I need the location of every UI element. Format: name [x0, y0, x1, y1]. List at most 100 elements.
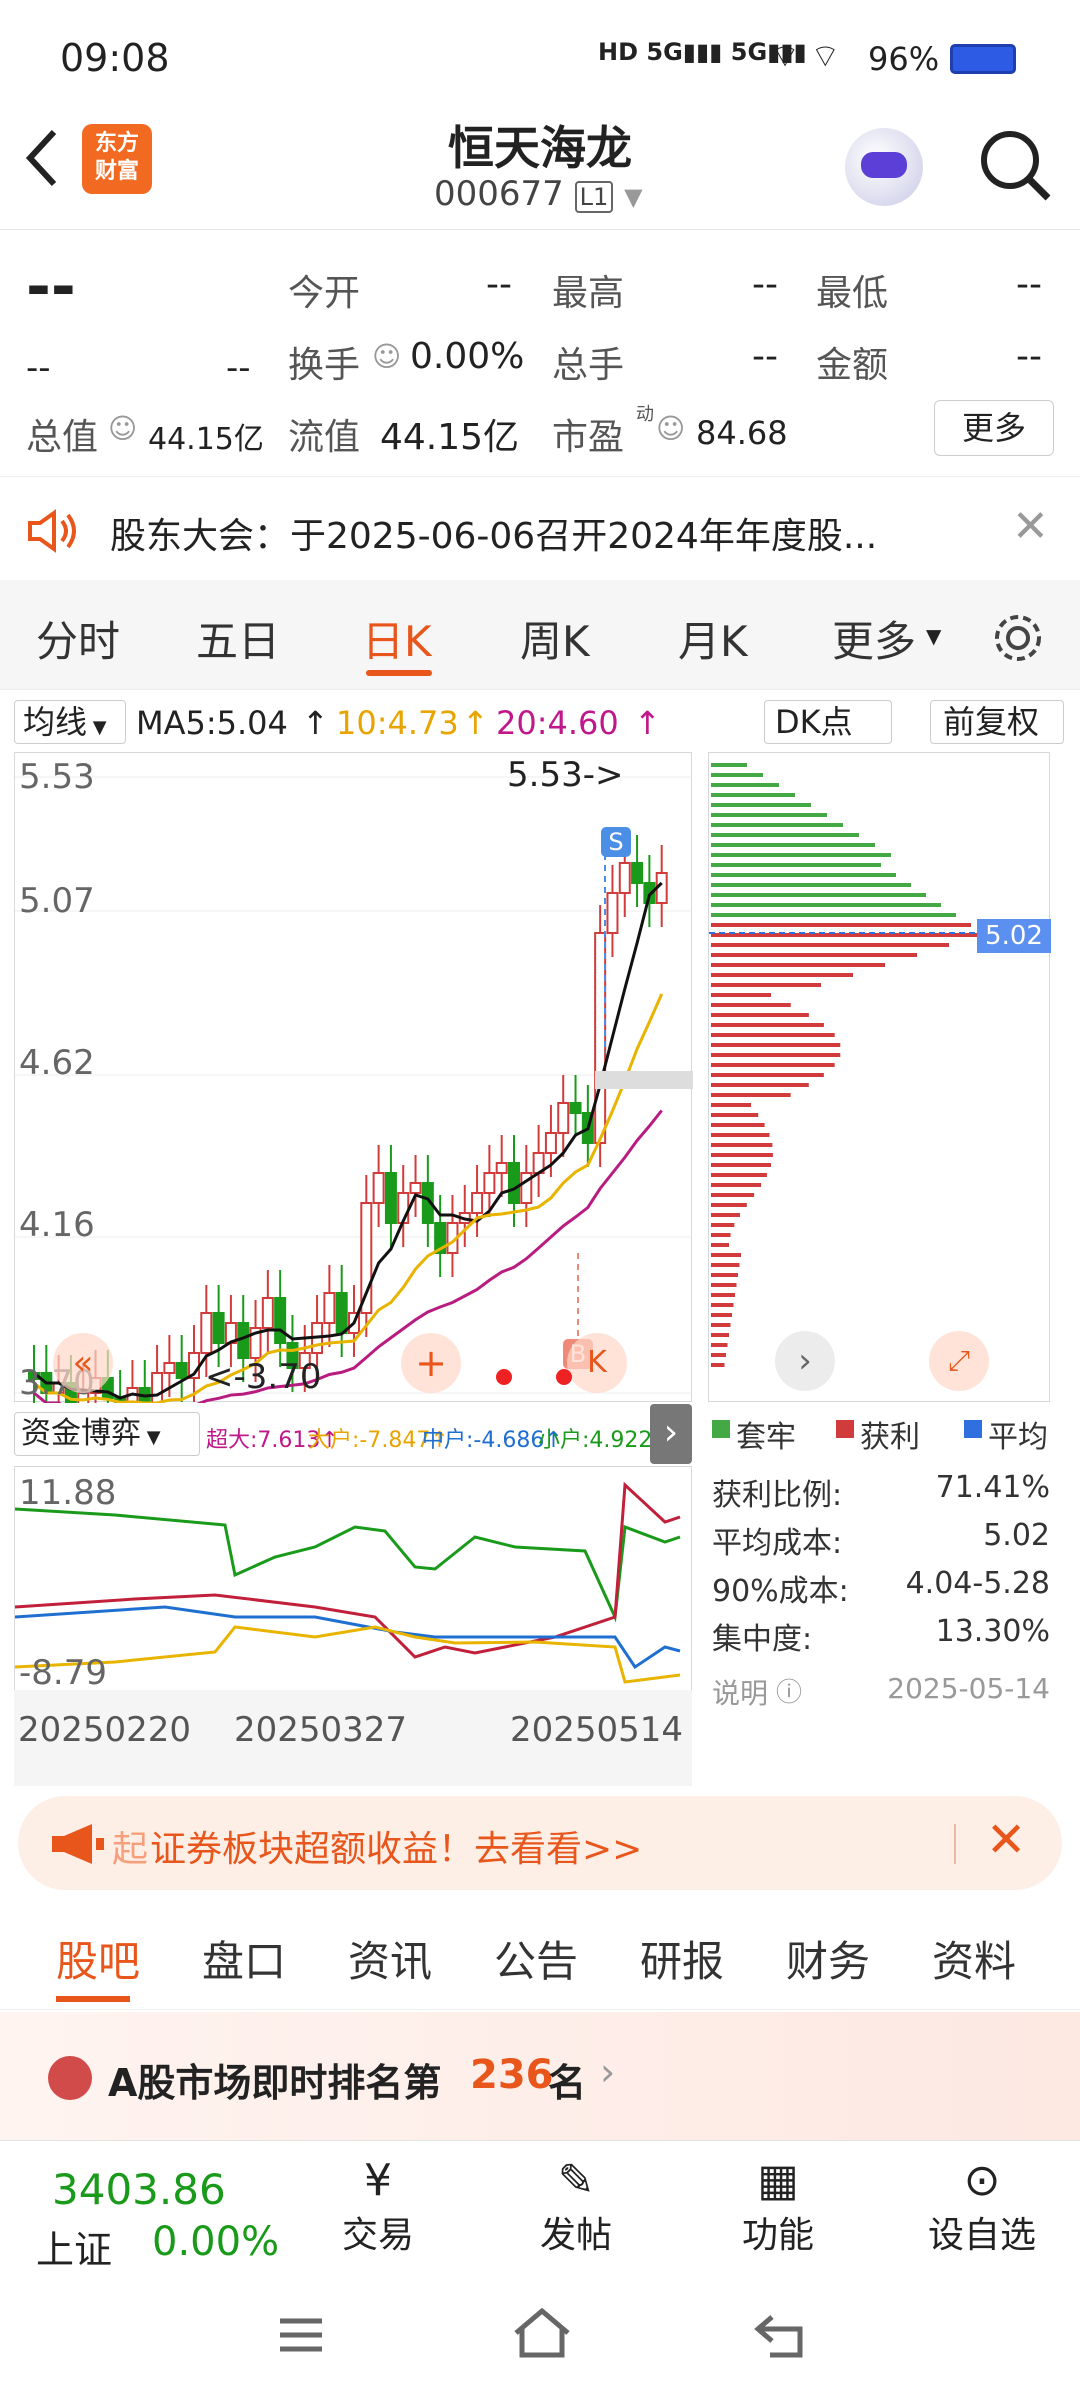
close-icon[interactable]: ✕ — [1012, 501, 1049, 552]
ma-select-label: 均线 — [23, 703, 88, 741]
more-button[interactable]: 更多 — [934, 400, 1054, 456]
back-nav-icon[interactable] — [754, 2311, 810, 2361]
add-watchlist-label: 设自选 — [927, 2215, 1036, 2256]
info-icon[interactable]: ⓘ — [776, 1672, 802, 1709]
trade-button[interactable]: ¥ 交易 — [338, 2155, 418, 2258]
divider — [954, 1824, 956, 1864]
candle-body — [557, 1102, 570, 1134]
home-icon[interactable] — [510, 2305, 574, 2361]
chevron-down-icon: ▼ — [926, 624, 942, 648]
candle-body — [372, 1172, 385, 1204]
date-label: 20250220 — [18, 1710, 192, 1750]
sub-y-top: 11.88 — [19, 1473, 117, 1513]
clock: 09:08 — [60, 36, 170, 80]
chip-bar — [711, 763, 747, 767]
kline-svg — [15, 776, 693, 1437]
chip-bar — [711, 863, 881, 867]
legend-trapped: 套牢 — [736, 1420, 796, 1455]
chevron-right-icon[interactable]: › — [775, 1331, 835, 1391]
chip-bar — [711, 1333, 729, 1337]
pe-value: 84.68 — [696, 414, 788, 452]
chip-bar — [711, 963, 885, 967]
y-label-top: 5.53 — [19, 757, 95, 797]
chip-bar — [711, 1223, 735, 1227]
chip-bar — [711, 883, 911, 887]
adjust-label: 前复权 — [943, 703, 1040, 741]
chevron-right-icon: › — [600, 2050, 616, 2094]
gear-icon[interactable] — [990, 610, 1046, 666]
chip-bar — [711, 1013, 809, 1017]
y-label-2: 5.07 — [19, 881, 95, 921]
chip-bar — [711, 1163, 772, 1167]
chip-bar — [711, 1263, 740, 1267]
tab-more[interactable]: 更多 — [832, 608, 916, 669]
chip-bar — [711, 993, 771, 997]
active-tab-indicator — [56, 1996, 130, 2002]
stock-code-row[interactable]: 000677 L1 ▼ — [434, 174, 643, 214]
info-icon[interactable]: ☺ — [656, 412, 685, 445]
status-bar: 09:08 HD 5G▮▮▮ 5G▮▮▮ ⌔ ⌔ 96% — [0, 0, 1080, 100]
chip-bar — [711, 1063, 835, 1067]
post-button[interactable]: ✎ 发帖 — [536, 2155, 616, 2258]
chip-distribution-chart[interactable]: 5.02 › ⤢ — [708, 752, 1051, 1402]
tab-monthly-k[interactable]: 月K — [678, 608, 748, 669]
ma-select[interactable]: 均线 ▼ — [14, 700, 126, 744]
scroll-left-icon[interactable]: « — [53, 1333, 113, 1393]
tab-guba[interactable]: 股吧 — [56, 1928, 140, 1989]
tab-weekly-k[interactable]: 周K — [520, 608, 590, 669]
price-highlight — [595, 1071, 693, 1089]
notice-text: 股东大会：于2025-06-06召开2024年年度股... — [110, 516, 878, 557]
rank-prefix: A股市场即时排名第 — [108, 2061, 442, 2105]
promo-banner[interactable]: 起 证券板块超额收益！去看看>> ✕ — [18, 1796, 1062, 1890]
search-icon[interactable] — [976, 126, 1056, 206]
chevron-right-icon[interactable]: › — [650, 1404, 692, 1464]
price-change-pct: -- — [226, 348, 251, 388]
ma-legend-row: 均线 ▼ MA5:5.04 ↑ 10:4.73 ↑ 20:4.60 ↑ DK点 … — [0, 696, 1080, 746]
dk-point-button[interactable]: DK点 — [764, 700, 892, 744]
last-price: -- — [26, 252, 76, 322]
tab-pankou[interactable]: 盘口 — [202, 1928, 286, 1989]
notice-bar[interactable]: 股东大会：于2025-06-06召开2024年年度股... ✕ — [0, 476, 1080, 580]
fund-game-select[interactable]: 资金博弈 ▼ — [14, 1412, 200, 1456]
rank-number: 236 — [470, 2052, 554, 2098]
kline-chart[interactable]: 5.53 5.07 4.62 4.16 3.70 5.53-> <-3.70 S… — [14, 752, 693, 1437]
close-icon[interactable]: ✕ — [986, 1812, 1026, 1868]
chip-bar — [711, 1273, 738, 1277]
info-icon[interactable]: ☺ — [372, 340, 401, 373]
tab-intraday[interactable]: 分时 — [36, 608, 120, 669]
tab-profile[interactable]: 资料 — [932, 1928, 1016, 1989]
tab-announcement[interactable]: 公告 — [494, 1928, 578, 1989]
expand-icon[interactable]: ⤢ — [929, 1331, 989, 1391]
chip-bar — [711, 1103, 751, 1107]
sell-marker[interactable]: S — [601, 827, 631, 857]
k-toggle-button[interactable]: K — [567, 1333, 627, 1393]
stock-code: 000677 — [434, 174, 564, 214]
robot-avatar[interactable] — [845, 128, 923, 206]
chip-bar — [711, 1113, 759, 1117]
chip-bar — [711, 1133, 770, 1137]
crosshair-plus-icon[interactable]: + — [401, 1333, 461, 1393]
chip-bar — [711, 1153, 773, 1157]
chip-bar — [711, 973, 853, 977]
chip-bar — [711, 983, 821, 987]
rank-row[interactable]: A股市场即时排名第 236 名 › — [0, 2012, 1080, 2140]
trade-label: 交易 — [341, 2215, 414, 2256]
tab-research[interactable]: 研报 — [640, 1928, 724, 1989]
fund-game-chart[interactable]: 11.88 -8.79 — [14, 1466, 692, 1693]
menu-icon[interactable] — [276, 2315, 326, 2355]
adjust-button[interactable]: 前复权 — [930, 700, 1064, 744]
stat-value: 4.04-5.28 — [905, 1566, 1050, 1601]
candle-body — [495, 1162, 508, 1174]
large-line — [14, 1625, 681, 1684]
chip-bar — [711, 1003, 791, 1007]
tab-daily-k[interactable]: 日K — [362, 608, 432, 669]
tab-finance[interactable]: 财务 — [786, 1928, 870, 1989]
tab-five-day[interactable]: 五日 — [196, 608, 280, 669]
add-watchlist-button[interactable]: ⊙ 设自选 — [912, 2155, 1052, 2258]
stat-key: 平均成本: — [712, 1526, 843, 1561]
info-icon[interactable]: ☺ — [108, 412, 137, 445]
function-button[interactable]: ▦ 功能 — [738, 2155, 818, 2258]
tab-news[interactable]: 资讯 — [348, 1928, 432, 1989]
moving-average-line — [33, 881, 663, 1400]
explain-link[interactable]: 说明 — [712, 1672, 768, 1712]
